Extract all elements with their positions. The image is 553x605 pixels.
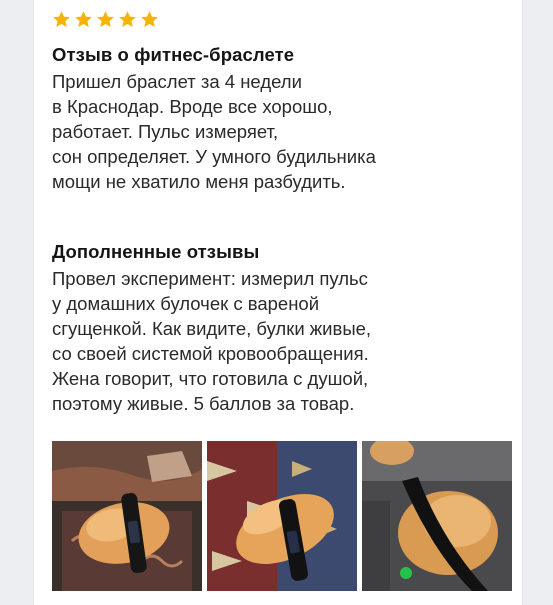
star-icon [53,11,70,28]
review-text-line: работает. Пульс измеряет, [52,121,279,142]
review-text-line: сон определяет. У умного будильника [52,146,376,167]
review-photo-3[interactable] [362,441,512,591]
additional-reviews-title: Дополненные отзывы [52,241,260,262]
rating-stars [52,10,159,29]
additional-text-line: у домашних булочек с вареной [52,293,320,314]
star-icon [119,11,136,28]
review-title: Отзыв о фитнес-браслете [52,44,295,65]
star-icon [97,11,114,28]
star-icon [75,11,92,28]
photo-bun-with-bracelet-icon-2 [207,441,357,591]
review-text-line: мощи не хватило меня разбудить. [52,171,346,192]
review-text-line: Пришел браслет за 4 недели [52,71,302,92]
photo-bun-with-bracelet-icon [52,441,202,591]
additional-text-line: Жена говорит, что готовила с душой, [52,368,369,389]
review-photo-2[interactable] [207,441,357,591]
review-card: Отзыв о фитнес-браслете Пришел браслет з… [34,0,522,605]
additional-text-line: Провел эксперимент: измерил пульс [52,268,368,289]
additional-text-line: со своей системой кровообращения. [52,343,369,364]
additional-text-line: сгущенкой. Как видите, булки живые, [52,318,372,339]
review-text-line: в Краснодар. Вроде все хорошо, [52,96,333,117]
review-photo-1[interactable] [52,441,202,591]
additional-reviews-text: Провел эксперимент: измерил пульс у дома… [52,266,371,416]
star-icon [141,11,158,28]
review-text: Пришел браслет за 4 недели в Краснодар. … [52,69,376,194]
photo-bun-with-bracelet-closeup-icon [362,441,512,591]
additional-text-line: поэтому живые. 5 баллов за товар. [52,393,355,414]
